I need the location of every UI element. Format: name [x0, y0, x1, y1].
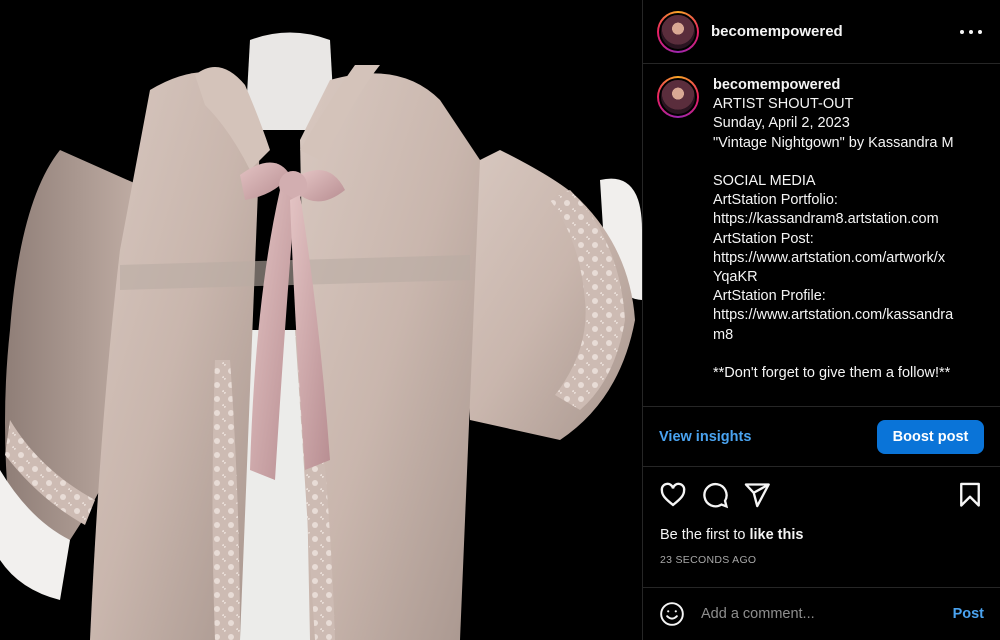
caption-username[interactable]: becomempowered	[713, 76, 975, 95]
caption-link[interactable]: https://www.artstation.com/artwork/x	[713, 249, 975, 268]
caption-text: becomempowered ARTIST SHOUT-OUT Sunday, …	[713, 76, 975, 406]
caption-line: ArtStation Portfolio:	[713, 192, 838, 209]
like-this-link[interactable]: like this	[749, 527, 803, 543]
action-bar	[643, 467, 1000, 523]
post-caption: becomempowered ARTIST SHOUT-OUT Sunday, …	[643, 64, 1000, 407]
post-image	[0, 0, 642, 640]
heart-icon[interactable]	[659, 481, 687, 509]
share-icon[interactable]	[743, 481, 771, 509]
caption-line	[713, 153, 975, 172]
caption-link[interactable]: https://kassandram8.artstation.com	[713, 210, 975, 229]
likes-prefix: Be the first to	[660, 527, 750, 543]
post-timestamp[interactable]: 23 SECONDS AGO	[660, 554, 756, 566]
caption-line: ArtStation Post:	[713, 230, 814, 247]
caption-line	[713, 345, 975, 364]
caption-line: SOCIAL MEDIA	[713, 173, 816, 189]
nightgown-artwork	[0, 0, 642, 640]
caption-avatar[interactable]	[657, 76, 699, 118]
caption-line: "Vintage Nightgown" by Kassandra M	[713, 134, 954, 151]
comment-input[interactable]	[701, 606, 953, 622]
likes-summary: Be the first to like this	[660, 527, 803, 543]
more-options-icon[interactable]	[960, 22, 982, 42]
avatar[interactable]	[657, 10, 699, 53]
header-username[interactable]: becomempowered	[711, 23, 843, 40]
caption-line: Sunday, April 2, 2023	[713, 115, 850, 132]
emoji-icon[interactable]	[659, 601, 685, 627]
caption-link[interactable]: https://www.artstation.com/kassandra	[713, 306, 975, 325]
caption-link[interactable]: YqaKR	[713, 268, 975, 287]
caption-line: **Don't forget to give them a follow!**	[713, 365, 951, 382]
caption-line: ARTIST SHOUT-OUT	[713, 96, 854, 113]
insights-bar: View insights Boost post	[643, 407, 1000, 467]
view-insights-link[interactable]: View insights	[659, 429, 751, 445]
post-comment-button[interactable]: Post	[953, 606, 984, 622]
post-details-panel: becomempowered becomempowered ARTIST SHO…	[642, 0, 1000, 640]
post-header: becomempowered	[643, 0, 1000, 64]
caption-link[interactable]: m8	[713, 326, 975, 345]
comment-bar: Post	[643, 587, 1000, 640]
boost-post-button[interactable]: Boost post	[877, 419, 984, 454]
caption-line: ArtStation Profile:	[713, 288, 826, 305]
bookmark-icon[interactable]	[956, 481, 984, 509]
comment-icon[interactable]	[701, 481, 729, 509]
